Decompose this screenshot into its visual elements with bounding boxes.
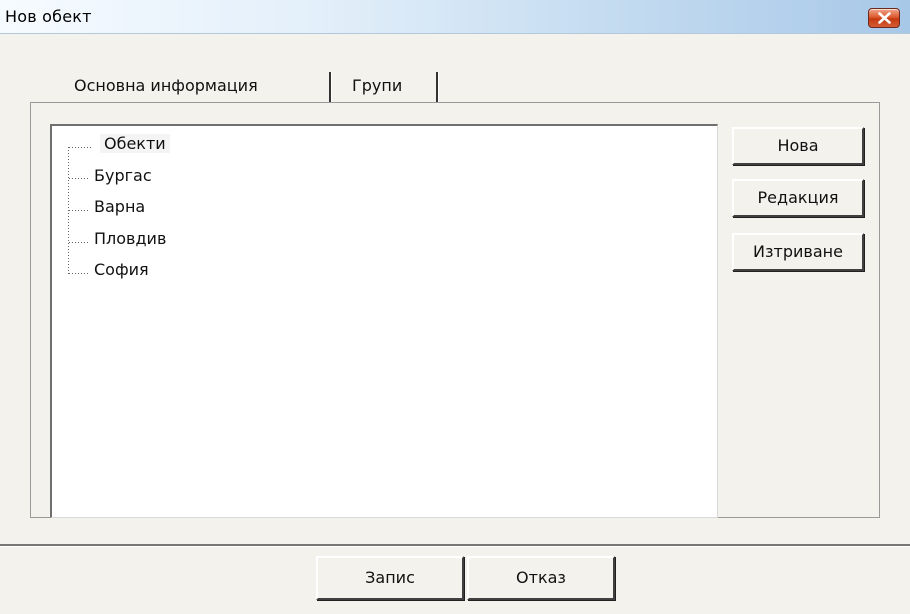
tree-node[interactable]: Варна — [94, 197, 145, 216]
new-group-button[interactable]: Нова — [732, 127, 864, 165]
tree-node[interactable]: София — [94, 260, 149, 279]
close-icon — [878, 12, 891, 24]
window-title: Нов обект — [5, 7, 92, 26]
delete-group-button[interactable]: Изтриване — [732, 233, 864, 271]
footer-divider — [0, 544, 910, 547]
tab-separator — [436, 72, 439, 102]
tab-basic-info[interactable]: Основна информация — [74, 76, 258, 95]
edit-group-button[interactable]: Редакция — [732, 179, 864, 217]
tree-node[interactable]: Бургас — [94, 166, 152, 185]
tree-node-root[interactable]: Обекти — [100, 134, 170, 153]
close-button[interactable] — [868, 8, 900, 28]
title-bar[interactable]: Нов обект — [0, 0, 910, 34]
tree-node[interactable]: Пловдив — [94, 229, 166, 248]
save-button[interactable]: Запис — [316, 556, 464, 600]
tab-separator — [329, 72, 332, 102]
cancel-button[interactable]: Отказ — [467, 556, 615, 600]
tab-groups[interactable]: Групи — [352, 76, 402, 95]
group-tree[interactable]: Обекти Бургас Варна Пловдив София — [50, 124, 718, 518]
